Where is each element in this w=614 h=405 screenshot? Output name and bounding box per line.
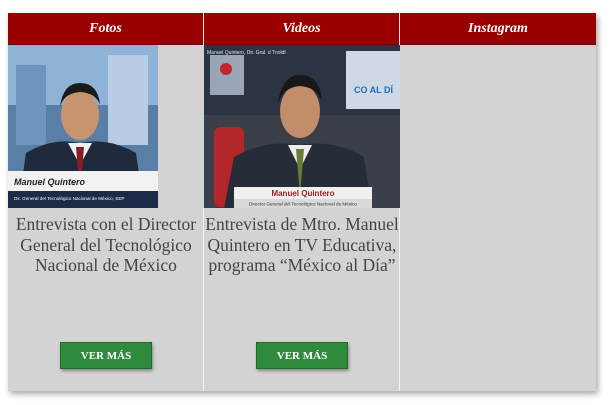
- column-header-instagram[interactable]: Instagram: [400, 13, 596, 45]
- videos-ver-mas-button[interactable]: VER MÁS: [256, 342, 348, 369]
- fotos-caption[interactable]: Entrevista con el Director General del T…: [8, 214, 204, 276]
- fotos-lower-third-name: Manuel Quintero: [14, 177, 86, 187]
- videos-screen-text: CO AL DÍ: [354, 85, 394, 95]
- videos-caption[interactable]: Entrevista de Mtro. Manuel Quintero en T…: [204, 214, 400, 276]
- videos-lower-third-title: Director General del Tecnológico Naciona…: [249, 202, 357, 207]
- media-panel: Fotos Manuel Quintero Dir. General del T…: [8, 13, 596, 391]
- fotos-thumbnail[interactable]: Manuel Quintero Dir. General del Tecnoló…: [8, 45, 204, 208]
- videos-top-text: Manuel Quintero, Dir. Gral. d Tnoldl: [207, 50, 286, 56]
- column-header-fotos[interactable]: Fotos: [8, 13, 203, 45]
- column-instagram: Instagram: [400, 13, 596, 391]
- videos-lower-third-name: Manuel Quintero: [271, 189, 334, 198]
- column-header-videos[interactable]: Videos: [204, 13, 399, 45]
- videos-thumbnail[interactable]: CO AL DÍ Manuel Quintero, Dir. Gral. d T…: [204, 45, 400, 208]
- column-videos: Videos CO AL DÍ Manuel Quintero, Dir. Gr…: [204, 13, 400, 391]
- fotos-lower-third-title: Dir. General del Tecnológico Nacional de…: [14, 196, 124, 201]
- fotos-ver-mas-button[interactable]: VER MÁS: [60, 342, 152, 369]
- column-fotos: Fotos Manuel Quintero Dir. General del T…: [8, 13, 204, 391]
